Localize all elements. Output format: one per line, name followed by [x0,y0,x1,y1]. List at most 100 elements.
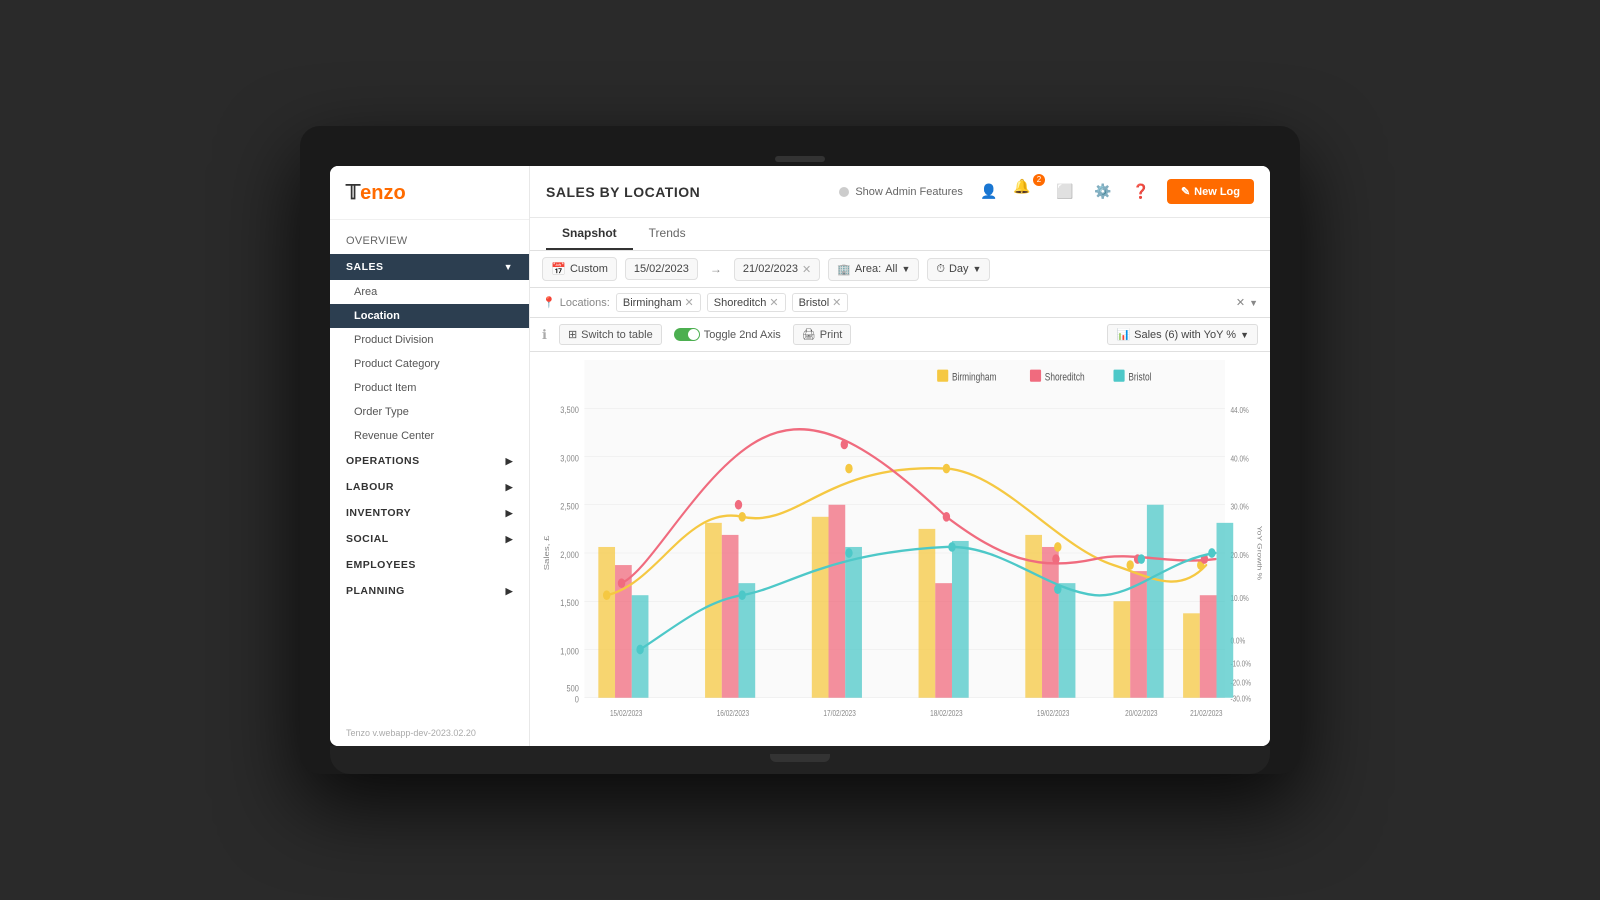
sidebar-item-labour[interactable]: LABOUR ▶ [330,474,529,500]
chart-area: 3,500 3,000 2,500 2,000 1,500 1,000 500 … [530,352,1270,746]
area-filter[interactable]: 🏢 Area: All ▼ [828,258,919,281]
tabs-bar: Snapshot Trends [530,218,1270,251]
sidebar-item-social[interactable]: SOCIAL ▶ [330,526,529,552]
remove-birmingham-icon[interactable]: ✕ [685,296,694,309]
sidebar-item-overview[interactable]: OVERVIEW [330,228,529,254]
area-icon: 🏢 [837,263,851,276]
sidebar-item-operations[interactable]: OPERATIONS ▶ [330,448,529,474]
locations-label: 📍 Locations: [542,296,610,309]
page-title: SALES BY LOCATION [546,184,827,200]
help-icon[interactable]: ❓ [1127,178,1155,206]
table-icon: ⊞ [568,328,577,341]
svg-text:20.0%: 20.0% [1230,550,1249,560]
tablet-icon[interactable]: ⬜ [1051,178,1079,206]
tab-snapshot[interactable]: Snapshot [546,218,633,250]
sidebar-item-product-item[interactable]: Product Item [330,376,529,400]
chevron-right-icon: ▶ [506,508,513,519]
plus-icon: ✎ [1181,185,1190,198]
svg-text:Bristol: Bristol [1128,372,1151,384]
sidebar-item-revenue-center[interactable]: Revenue Center [330,424,529,448]
sidebar-item-employees[interactable]: EMPLOYEES [330,552,529,578]
user-icon[interactable]: 👤 [975,178,1003,206]
print-button[interactable]: 🖨 Print [793,324,852,345]
svg-text:2,000: 2,000 [560,549,579,560]
sidebar: 𝕋enzo OVERVIEW SALES ▼ Area Location Pro… [330,166,530,746]
tab-trends[interactable]: Trends [633,218,702,250]
svg-text:21/02/2023: 21/02/2023 [1190,708,1222,718]
svg-text:-20.0%: -20.0% [1230,678,1251,688]
print-icon: 🖨 [802,328,816,341]
settings-icon[interactable]: ⚙️ [1089,178,1117,206]
new-log-button[interactable]: ✎ New Log [1167,179,1254,204]
date-arrow: → [706,262,726,276]
map-icon: 📍 [542,296,556,309]
locations-end: ✕ ▼ [1236,296,1258,309]
sidebar-item-inventory[interactable]: INVENTORY ▶ [330,500,529,526]
sidebar-item-product-category[interactable]: Product Category [330,352,529,376]
toggle-thumb [688,329,699,340]
svg-text:Birmingham: Birmingham [952,372,997,384]
svg-text:Sales, £: Sales, £ [542,535,551,570]
switch-table-button[interactable]: ⊞ Switch to table [559,324,662,345]
notification-badge: 2 [1033,174,1045,186]
date-from-filter[interactable]: 15/02/2023 [625,258,698,280]
chevron-down-icon[interactable]: ▼ [1249,298,1258,308]
svg-text:1,500: 1,500 [560,597,579,608]
sales-metric-dropdown[interactable]: 📊 Sales (6) with YoY % ▼ [1107,324,1258,345]
chart-controls: ℹ ⊞ Switch to table Toggle 2nd Axis 🖨 Pr… [530,318,1270,352]
svg-text:500: 500 [566,683,579,694]
chart-svg: 3,500 3,000 2,500 2,000 1,500 1,000 500 … [538,360,1262,746]
admin-toggle[interactable]: Show Admin Features [839,186,963,198]
version-text: Tenzo v.webapp-dev-2023.02.20 [330,720,529,746]
chevron-right-icon: ▶ [506,456,513,467]
notification-icon[interactable]: 🔔 2 [1013,178,1041,206]
chevron-right-icon: ▶ [506,534,513,545]
svg-text:YoY Growth %: YoY Growth % [1256,526,1262,581]
svg-text:19/02/2023: 19/02/2023 [1037,708,1069,718]
chevron-right-icon: ▶ [506,482,513,493]
close-icon[interactable]: ✕ [1236,296,1245,309]
chevron-right-icon: ▶ [506,586,513,597]
svg-text:3,000: 3,000 [560,452,579,463]
svg-text:-10.0%: -10.0% [1230,659,1251,669]
remove-bristol-icon[interactable]: ✕ [832,296,841,309]
logo-area: 𝕋enzo [330,166,529,220]
sidebar-item-sales[interactable]: SALES ▼ [330,254,529,280]
calendar-icon: 📅 [551,262,566,276]
sidebar-item-area[interactable]: Area [330,280,529,304]
remove-shoreditch-icon[interactable]: ✕ [769,296,778,309]
date-preset-filter[interactable]: 📅 Custom [542,257,617,281]
svg-text:30.0%: 30.0% [1230,502,1249,512]
location-tag-shoreditch[interactable]: Shoreditch ✕ [707,293,786,312]
date-clear-icon[interactable]: ✕ [802,263,811,276]
toggle-axis-control[interactable]: Toggle 2nd Axis [674,328,781,341]
chevron-down-icon: ▼ [504,262,513,272]
sidebar-item-product-division[interactable]: Product Division [330,328,529,352]
svg-text:2,500: 2,500 [560,501,579,512]
svg-text:44.0%: 44.0% [1230,405,1249,415]
toggle-dot [839,187,849,197]
location-tag-bristol[interactable]: Bristol ✕ [792,293,849,312]
svg-text:10.0%: 10.0% [1230,593,1249,603]
clock-icon: ⏱ [936,263,945,276]
logo: 𝕋enzo [346,180,513,205]
sidebar-item-location[interactable]: Location [330,304,529,328]
chevron-down-icon: ▼ [1240,330,1249,340]
granularity-filter[interactable]: ⏱ Day ▼ [927,258,990,281]
svg-text:1,000: 1,000 [560,645,579,656]
topbar-icons: 👤 🔔 2 ⬜ ⚙️ ❓ [975,178,1155,206]
filter-bar: 📅 Custom 15/02/2023 → 21/02/2023 ✕ 🏢 Are… [530,251,1270,288]
chart-icon: 📊 [1116,328,1130,341]
chevron-down-icon: ▼ [973,264,982,274]
location-tag-birmingham[interactable]: Birmingham ✕ [616,293,701,312]
sidebar-item-planning[interactable]: PLANNING ▶ [330,578,529,604]
date-to-filter[interactable]: 21/02/2023 ✕ [734,258,820,281]
topbar: SALES BY LOCATION Show Admin Features 👤 … [530,166,1270,218]
sidebar-item-order-type[interactable]: Order Type [330,400,529,424]
svg-text:Shoreditch: Shoreditch [1045,372,1085,384]
info-icon[interactable]: ℹ [542,327,547,343]
svg-text:0: 0 [575,694,579,705]
chevron-down-icon: ▼ [901,264,910,274]
locations-bar: 📍 Locations: Birmingham ✕ Shoreditch ✕ B… [530,288,1270,318]
svg-text:17/02/2023: 17/02/2023 [823,708,855,718]
